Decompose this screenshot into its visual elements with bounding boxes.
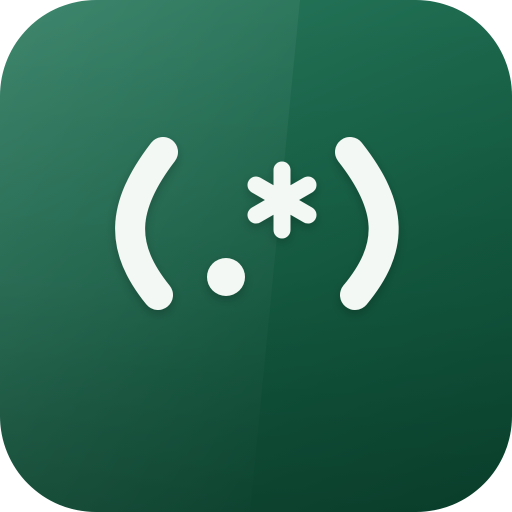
- open-paren-icon: [115, 137, 178, 310]
- app-icon-tile[interactable]: [0, 0, 512, 512]
- dot-icon: [207, 258, 245, 296]
- close-paren-icon: [335, 137, 399, 310]
- regex-symbol: [115, 137, 399, 310]
- asterisk-icon: [247, 161, 317, 239]
